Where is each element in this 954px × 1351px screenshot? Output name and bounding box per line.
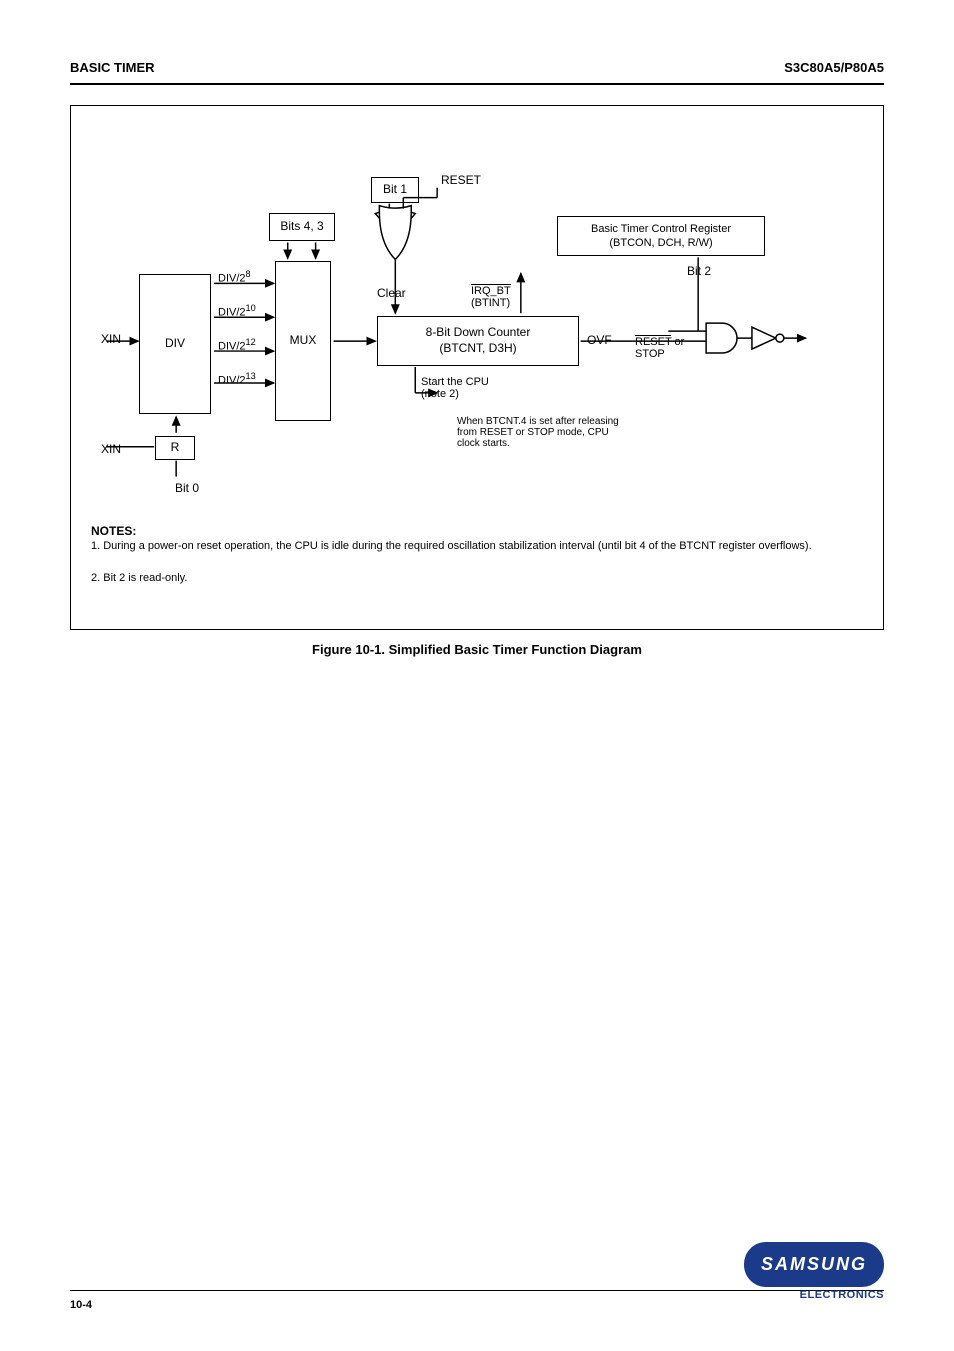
notes-title: NOTES: bbox=[91, 524, 136, 538]
electronics-text: ELECTRONICS bbox=[744, 1289, 884, 1301]
mux-label: MUX bbox=[290, 333, 317, 349]
label-xinr: XIN bbox=[101, 442, 121, 456]
samsung-logo-text: SAMSUNG bbox=[744, 1242, 884, 1287]
block-divider-reset: R bbox=[155, 436, 195, 460]
label-div2: DIV/210 bbox=[218, 303, 256, 319]
label-div1: DIV/28 bbox=[218, 269, 251, 285]
label-clear: Clear bbox=[377, 286, 406, 300]
block-bit1: Bit 1 bbox=[371, 177, 419, 203]
block-down-counter: 8-Bit Down Counter (BTCNT, D3H) bbox=[377, 316, 579, 366]
block-divider: DIV bbox=[139, 274, 211, 414]
label-div4: DIV/213 bbox=[218, 371, 256, 387]
label-bit4-note: When BTCNT.4 is set after releasing from… bbox=[457, 416, 627, 449]
or-gate-icon bbox=[379, 206, 411, 260]
note-2: 2. Bit 2 is read-only. bbox=[91, 572, 851, 584]
block-mux: MUX bbox=[275, 261, 331, 421]
and-gate-icon bbox=[706, 323, 737, 353]
label-xin: XIN bbox=[101, 332, 121, 346]
samsung-logo: SAMSUNG ELECTRONICS bbox=[744, 1242, 884, 1301]
divider-reset-label: R bbox=[171, 440, 180, 456]
figure-caption: Figure 10-1. Simplified Basic Timer Func… bbox=[0, 642, 954, 657]
diagram-frame: DIV R Bits 4, 3 MUX Bit 1 8-Bit Down Cou… bbox=[70, 105, 884, 630]
label-ovf: OVF bbox=[587, 333, 612, 347]
label-reset-flag: RESET or STOP bbox=[635, 324, 684, 360]
bt-control-label: Basic Timer Control Register (BTCON, DCH… bbox=[591, 222, 731, 251]
label-bit2: Bit 2 bbox=[687, 264, 711, 278]
bits-43-label: Bits 4, 3 bbox=[280, 219, 323, 235]
block-bt-control: Basic Timer Control Register (BTCON, DCH… bbox=[557, 216, 765, 256]
header-left: BASIC TIMER bbox=[70, 60, 155, 75]
block-bits-43: Bits 4, 3 bbox=[269, 213, 335, 241]
header-right: S3C80A5/P80A5 bbox=[784, 60, 884, 75]
note-1: 1. During a power-on reset operation, th… bbox=[91, 540, 851, 552]
page-footer: 10-4 SAMSUNG ELECTRONICS bbox=[0, 1290, 954, 1311]
label-start-cpu: Start the CPU (note 2) bbox=[421, 376, 489, 400]
divider-label: DIV bbox=[165, 336, 185, 352]
label-div3: DIV/212 bbox=[218, 337, 256, 353]
label-reset: RESET bbox=[441, 173, 481, 187]
bit1-label: Bit 1 bbox=[383, 182, 407, 198]
page-header: BASIC TIMER S3C80A5/P80A5 bbox=[70, 0, 884, 85]
label-bit0: Bit 0 bbox=[175, 481, 199, 495]
label-irq: IRQ_BT (BTINT) bbox=[471, 273, 601, 309]
down-counter-label: 8-Bit Down Counter (BTCNT, D3H) bbox=[426, 325, 531, 356]
not-gate-icon bbox=[752, 327, 776, 349]
